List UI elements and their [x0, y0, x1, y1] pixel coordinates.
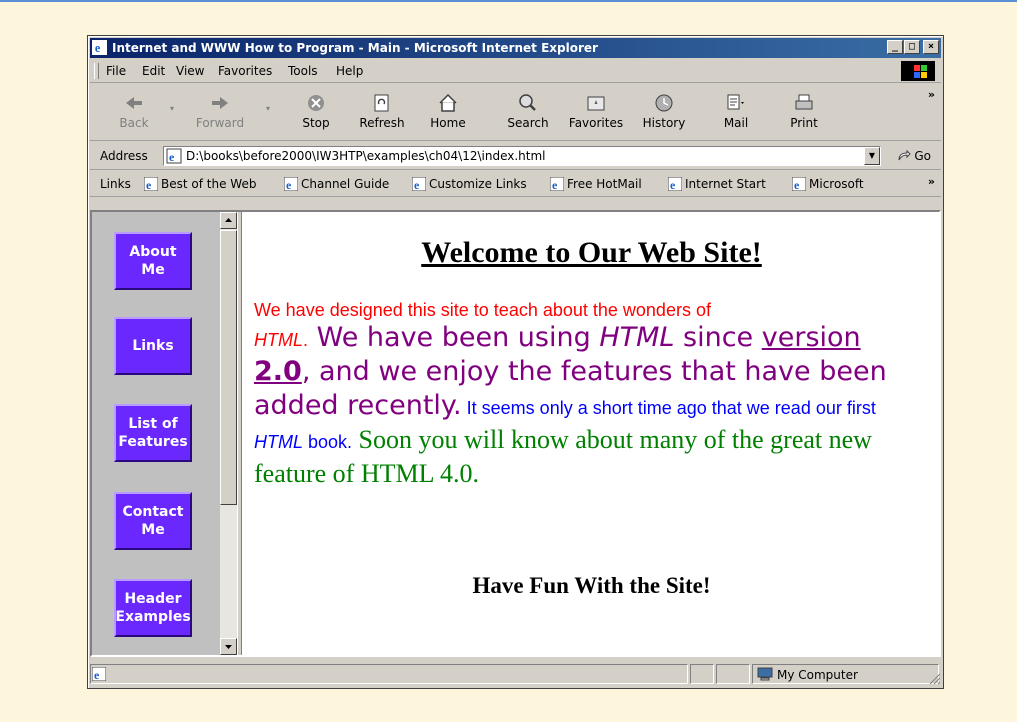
nav-contact-me-button[interactable]: Contact Me [114, 492, 192, 550]
svg-text:e: e [552, 178, 558, 191]
address-label: Address [100, 149, 148, 163]
standard-toolbar: Back ▾ Forward ▾ Stop Refresh Home Searc… [90, 84, 941, 141]
go-button[interactable]: Go [897, 149, 931, 163]
menu-bar: File Edit View Favorites Tools Help [90, 60, 941, 83]
page-heading: Welcome to Our Web Site! [421, 236, 762, 269]
ie-link-icon: e [550, 177, 564, 191]
nav-frame: About Me Links List of Features Contact … [92, 212, 242, 655]
content-area: About Me Links List of Features Contact … [90, 210, 941, 657]
home-icon [439, 93, 457, 112]
forward-button[interactable]: Forward [190, 88, 250, 136]
svg-text:e: e [95, 41, 101, 55]
minimize-button[interactable]: _ [887, 40, 903, 54]
main-frame: Welcome to Our Web Site! We have designe… [244, 212, 939, 655]
go-arrow-icon [898, 150, 911, 161]
print-button[interactable]: Print [774, 88, 834, 136]
menu-favorites[interactable]: Favorites [218, 64, 272, 78]
menubar-grip[interactable] [94, 63, 99, 79]
zone-label: My Computer [777, 668, 858, 682]
closing-heading: Have Fun With the Site! [472, 573, 711, 598]
svg-text:e: e [794, 178, 800, 191]
ie-link-icon: e [792, 177, 806, 191]
link-internet-start[interactable]: e Internet Start [668, 177, 766, 191]
frame-divider[interactable] [237, 212, 242, 655]
ie-link-icon: e [668, 177, 682, 191]
address-url: D:\books\before2000\IW3HTP\examples\ch04… [186, 149, 546, 163]
nav-header-examples-button[interactable]: Header Examples [114, 579, 192, 637]
link-customize-links[interactable]: e Customize Links [412, 177, 527, 191]
toolbar-more-chevron[interactable]: » [928, 88, 935, 101]
title-bar[interactable]: e Internet and WWW How to Program - Main… [90, 38, 941, 58]
mail-button[interactable]: Mail [706, 88, 766, 136]
top-accent-line [0, 0, 1017, 2]
back-button[interactable]: Back [104, 88, 164, 136]
stop-button[interactable]: Stop [286, 88, 346, 136]
ie-link-icon: e [284, 177, 298, 191]
svg-text:e: e [286, 178, 292, 191]
link-free-hotmail[interactable]: e Free HotMail [550, 177, 642, 191]
scroll-thumb[interactable] [220, 230, 237, 505]
ie-link-icon: e [412, 177, 426, 191]
nav-scrollbar[interactable] [220, 212, 237, 655]
ie-page-icon: e [166, 148, 182, 164]
menu-edit[interactable]: Edit [142, 64, 165, 78]
my-computer-icon [757, 667, 773, 681]
mail-icon [727, 94, 744, 110]
favorites-icon [587, 96, 605, 111]
link-microsoft[interactable]: e Microsoft [792, 177, 864, 191]
svg-text:e: e [414, 178, 420, 191]
address-dropdown-icon[interactable]: ▼ [864, 147, 880, 165]
address-bar: Address e D:\books\before2000\IW3HTP\exa… [90, 143, 941, 170]
search-button[interactable]: Search [498, 88, 558, 136]
status-bar: e My Computer [90, 663, 941, 685]
status-zone-pane: My Computer [752, 664, 939, 684]
window-title: Internet and WWW How to Program - Main -… [112, 41, 598, 55]
resize-grip-icon[interactable] [927, 671, 941, 685]
menu-help[interactable]: Help [336, 64, 363, 78]
ie-logo-icon: e [92, 40, 107, 55]
ie-window: e Internet and WWW How to Program - Main… [87, 35, 944, 689]
ie-link-icon: e [144, 177, 158, 191]
links-label: Links [100, 177, 131, 191]
links-bar: Links e Best of the Web e Channel Guide eC… [90, 172, 941, 197]
close-button[interactable]: × [923, 40, 939, 54]
windows-logo [901, 61, 935, 81]
svg-text:e: e [169, 150, 175, 164]
forward-dropdown-icon[interactable]: ▾ [266, 104, 270, 113]
address-input[interactable]: e D:\books\before2000\IW3HTP\examples\ch… [163, 146, 881, 166]
links-more-chevron[interactable]: » [928, 175, 935, 188]
back-arrow-icon [126, 97, 142, 109]
refresh-button[interactable]: Refresh [352, 88, 412, 136]
menu-view[interactable]: View [176, 64, 204, 78]
intro-paragraph: We have designed this site to teach abou… [254, 300, 914, 491]
forward-arrow-icon [212, 97, 228, 109]
svg-text:e: e [146, 178, 152, 191]
refresh-icon [374, 94, 389, 112]
nav-list-of-features-button[interactable]: List of Features [114, 404, 192, 462]
status-pane-2 [716, 664, 750, 684]
status-pane-1 [690, 664, 714, 684]
print-icon [795, 94, 813, 110]
history-button[interactable]: History [634, 88, 694, 136]
back-dropdown-icon[interactable]: ▾ [170, 104, 174, 113]
history-icon [655, 94, 673, 112]
link-channel-guide[interactable]: e Channel Guide [284, 177, 389, 191]
status-message-pane [90, 664, 688, 684]
favorites-button[interactable]: Favorites [566, 88, 626, 136]
search-icon [519, 94, 536, 111]
stop-icon [308, 95, 324, 111]
nav-about-me-button[interactable]: About Me [114, 232, 192, 290]
scroll-up-icon[interactable] [220, 212, 237, 229]
home-button[interactable]: Home [418, 88, 478, 136]
maximize-button[interactable]: □ [904, 40, 920, 54]
link-best-of-the-web[interactable]: e Best of the Web [144, 177, 256, 191]
scroll-down-icon[interactable] [220, 638, 237, 655]
menu-tools[interactable]: Tools [288, 64, 318, 78]
nav-links-button[interactable]: Links [114, 317, 192, 375]
menu-file[interactable]: File [106, 64, 126, 78]
svg-text:e: e [670, 178, 676, 191]
